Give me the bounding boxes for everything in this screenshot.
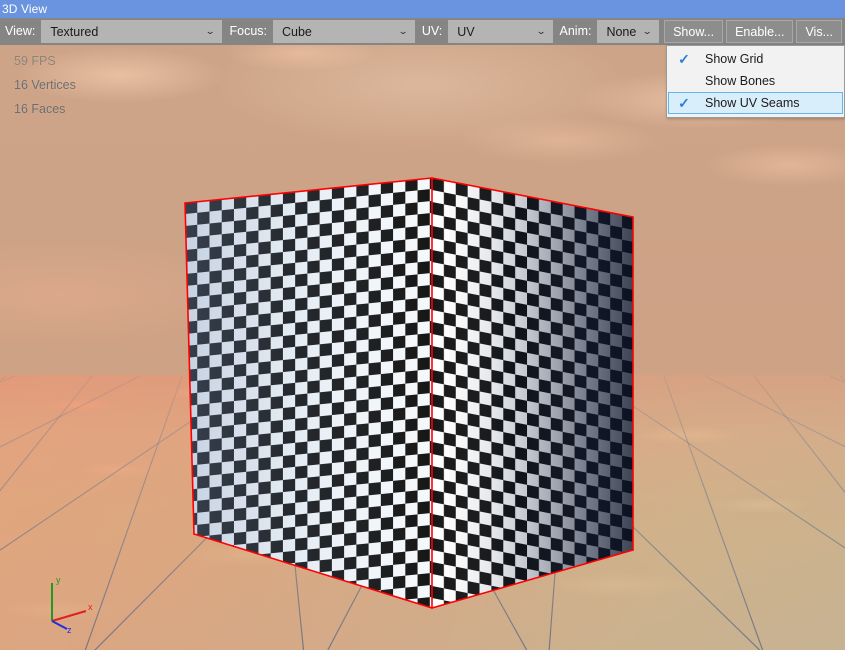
axis-x-label: x: [88, 602, 93, 612]
toolbar: View: Textured ⌄ Focus: Cube ⌄ UV: UV ⌄ …: [0, 18, 845, 45]
menu-item-label: Show Bones: [699, 74, 775, 88]
show-button[interactable]: Show...: [664, 20, 723, 43]
focus-dropdown-value: Cube: [282, 25, 397, 39]
anim-dropdown-value: None: [606, 25, 641, 39]
menu-item-show-bones[interactable]: ✓ Show Bones: [668, 70, 843, 92]
axis-z-label: z: [67, 625, 72, 633]
chevron-down-icon: ⌄: [393, 26, 418, 37]
cube-face-right: [402, 112, 818, 650]
chevron-down-icon: ⌄: [637, 26, 662, 37]
menu-item-show-uv-seams[interactable]: ✓ Show UV Seams: [668, 92, 843, 114]
viewport-stats: 59 FPS 16 Vertices 16 Faces: [14, 49, 76, 121]
menu-item-label: Show Grid: [699, 52, 763, 66]
anim-label: Anim:: [555, 18, 598, 45]
stat-faces: 16 Faces: [14, 97, 76, 121]
view-dropdown[interactable]: Textured ⌄: [41, 20, 222, 43]
enable-button[interactable]: Enable...: [726, 20, 793, 43]
stat-vertices: 16 Vertices: [14, 73, 76, 97]
check-icon: ✓: [669, 74, 699, 88]
uv-dropdown-value: UV: [457, 25, 534, 39]
focus-label: Focus:: [224, 18, 273, 45]
axis-y-label: y: [56, 575, 61, 585]
chevron-down-icon: ⌄: [201, 26, 226, 37]
focus-dropdown[interactable]: Cube ⌄: [273, 20, 415, 43]
check-icon: ✓: [669, 52, 699, 66]
app-root: 3D View View: Textured ⌄ Focus: Cube ⌄ U…: [0, 0, 845, 650]
anim-dropdown[interactable]: None ⌄: [597, 20, 659, 43]
chevron-down-icon: ⌄: [531, 26, 556, 37]
visibility-button[interactable]: Vis...: [796, 20, 842, 43]
cube-object[interactable]: [0, 45, 845, 650]
view-dropdown-value: Textured: [50, 25, 204, 39]
check-icon: ✓: [669, 96, 699, 110]
view-label: View:: [0, 18, 41, 45]
axis-gizmo: y x z: [36, 563, 106, 633]
stat-fps: 59 FPS: [14, 49, 76, 73]
window-title: 3D View: [0, 0, 47, 18]
uv-dropdown[interactable]: UV ⌄: [448, 20, 552, 43]
menu-item-show-grid[interactable]: ✓ Show Grid: [668, 48, 843, 70]
uv-label: UV:: [417, 18, 448, 45]
show-menu-popup: ✓ Show Grid ✓ Show Bones ✓ Show UV Seams: [666, 45, 845, 118]
window-titlebar: 3D View: [0, 0, 845, 18]
3d-viewport[interactable]: y x z 59 FPS 16 Vertices 16 Faces: [0, 45, 845, 650]
menu-item-label: Show UV Seams: [699, 96, 799, 110]
